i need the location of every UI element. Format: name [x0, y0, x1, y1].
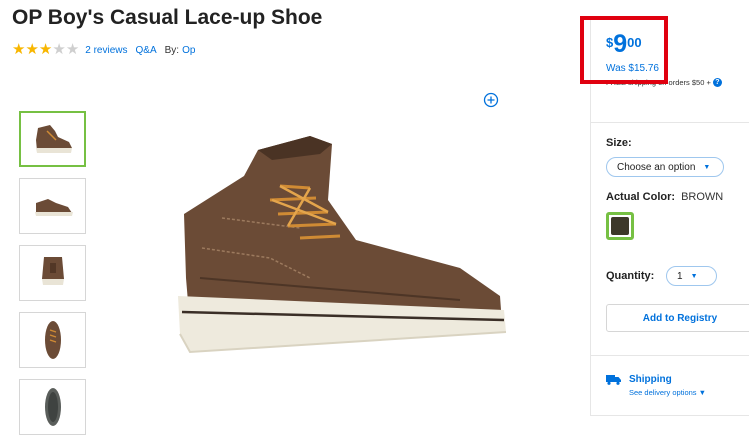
thumbnail-side[interactable]: [19, 178, 86, 234]
shoe-thumbnail-image: [34, 199, 73, 216]
add-to-registry-button[interactable]: Add to Registry: [606, 304, 749, 332]
qa-link[interactable]: Q&A: [136, 45, 157, 56]
quantity-label: Quantity:: [606, 270, 655, 282]
quantity-value: 1: [677, 270, 683, 282]
star-icon: ★: [38, 41, 53, 58]
rating-stars[interactable]: ★ ★ ★ ★ ★: [12, 41, 80, 58]
shipping-title-text: Shipping: [629, 374, 672, 385]
thumbnail-back[interactable]: [19, 245, 86, 301]
divider: [591, 415, 749, 416]
star-icon: ★: [65, 41, 80, 58]
thumbnail-top[interactable]: [19, 312, 86, 368]
delivery-options-link[interactable]: See delivery options ▼: [629, 388, 706, 397]
size-select[interactable]: Choose an option ▼: [606, 157, 724, 177]
shipping-title: Shipping: [606, 374, 706, 385]
product-main-image[interactable]: [160, 128, 520, 368]
shipping-section: Shipping See delivery options ▼: [606, 374, 706, 397]
delivery-options-text: See delivery options: [629, 388, 697, 397]
divider: [591, 355, 749, 356]
thumbnail-gallery: [19, 111, 86, 446]
quantity-select[interactable]: 1 ▼: [666, 266, 717, 286]
color-swatch-brown[interactable]: [606, 212, 634, 240]
divider: [591, 122, 749, 123]
by-label: By:: [164, 44, 180, 56]
info-icon[interactable]: ?: [712, 78, 722, 87]
thumbnail-side-angle[interactable]: [19, 111, 86, 167]
brand-link[interactable]: Op: [182, 45, 195, 56]
size-label: Size:: [606, 137, 632, 149]
chevron-down-icon: ▼: [703, 163, 711, 171]
truck-icon: [606, 374, 621, 385]
size-select-value: Choose an option: [617, 161, 696, 173]
shoe-thumbnail-image: [44, 321, 61, 359]
star-icon: ★: [25, 41, 39, 58]
chevron-down-icon: ▼: [698, 388, 707, 397]
color-label: Actual Color: BROWN: [606, 191, 723, 203]
zoom-plus-icon[interactable]: [483, 92, 499, 108]
color-label-text: Actual Color:: [606, 191, 676, 203]
chevron-down-icon: ▼: [690, 272, 698, 280]
product-title: OP Boy's Casual Lace-up Shoe: [12, 6, 323, 29]
reviews-link[interactable]: 2 reviews: [85, 45, 127, 56]
price-highlight-box: [580, 16, 668, 84]
shoe-thumbnail-image: [44, 388, 61, 426]
product-meta: ★ ★ ★ ★ ★ 2 reviews Q&A By: Op: [12, 42, 203, 58]
shoe-thumbnail-image: [41, 257, 64, 285]
color-value: BROWN: [681, 191, 724, 203]
star-icon: ★: [12, 41, 26, 58]
star-icon: ★: [52, 41, 66, 58]
swatch-fill: [611, 217, 629, 235]
shoe-thumbnail-image: [35, 125, 72, 153]
